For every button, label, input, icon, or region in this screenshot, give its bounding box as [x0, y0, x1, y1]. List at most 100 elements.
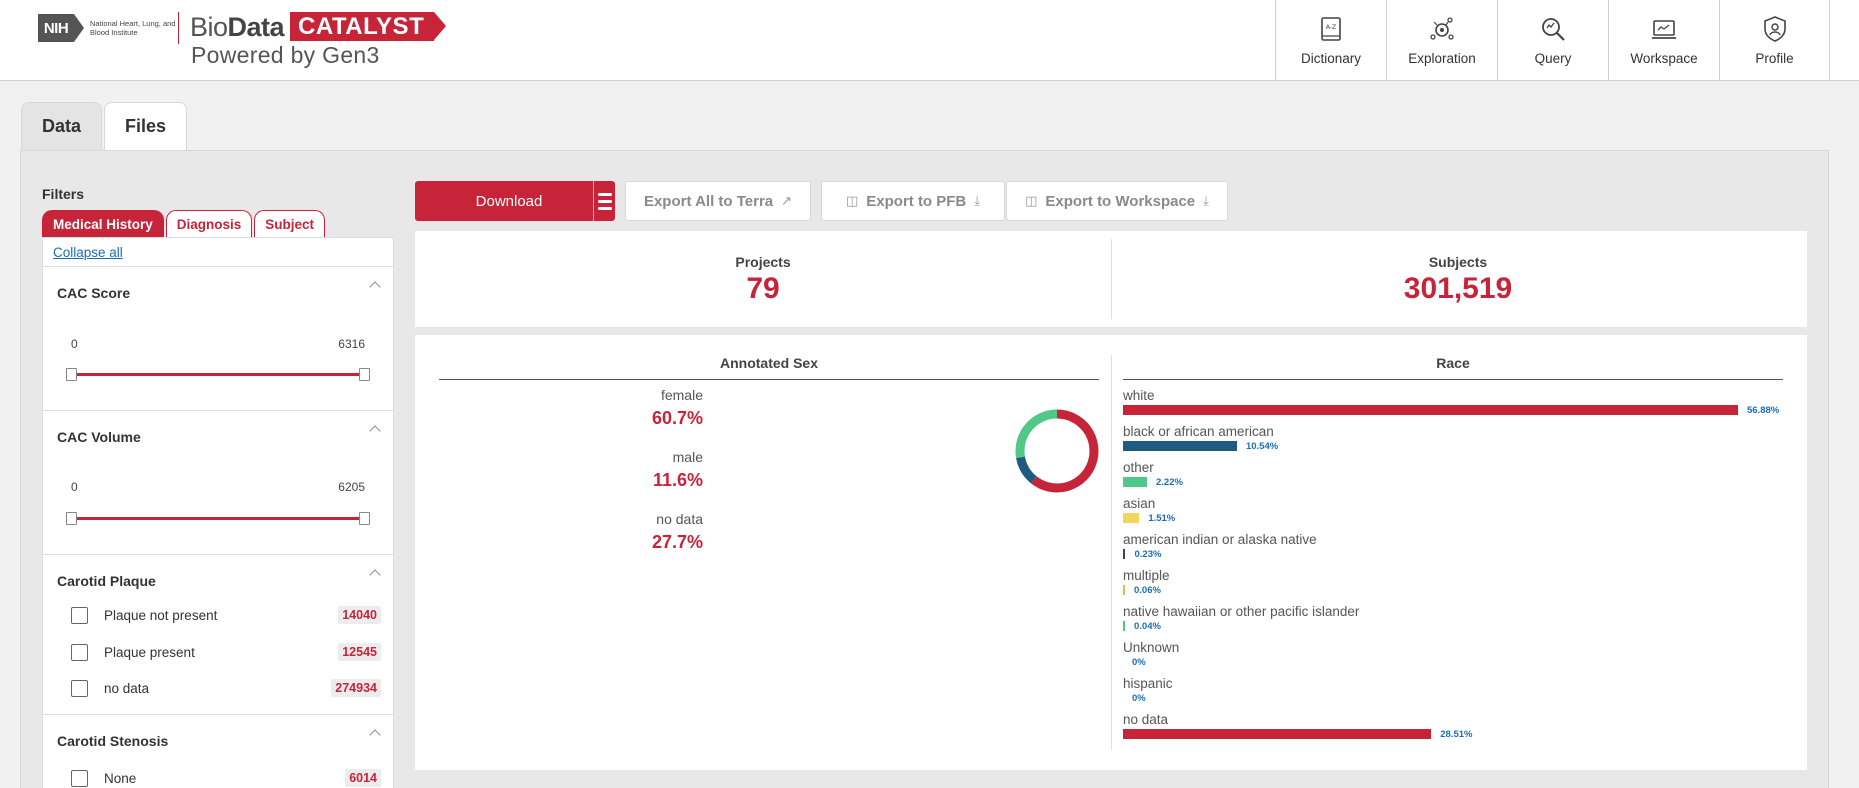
race-percent-label: 0.06%: [1134, 584, 1161, 596]
nav-workspace[interactable]: Workspace: [1608, 0, 1719, 81]
summary-card: Projects 79 Subjects 301,519: [415, 231, 1807, 327]
tab-data[interactable]: Data: [21, 102, 103, 150]
svg-text:A-Z: A-Z: [1326, 24, 1336, 31]
race-bar[interactable]: [1123, 621, 1125, 631]
nav-profile[interactable]: Profile: [1719, 0, 1830, 81]
export-pfb-button[interactable]: ◫ Export to PFB ⤓: [821, 181, 1005, 221]
cac-score-min: 0: [71, 337, 78, 351]
checkbox[interactable]: [71, 643, 88, 661]
race-bar[interactable]: [1123, 729, 1432, 739]
race-label: asian: [1123, 496, 1156, 511]
cac-score-title[interactable]: CAC Score: [57, 285, 130, 301]
brand-powered-by: Powered by Gen3: [191, 42, 380, 68]
nav-dictionary[interactable]: A-Z Dictionary: [1275, 0, 1386, 81]
race-percent-label: 0%: [1132, 656, 1146, 668]
top-header: NIH National Heart, Lung, and Blood Inst…: [0, 0, 1859, 81]
nav-query[interactable]: Query: [1497, 0, 1608, 81]
sex-donut-chart: [1015, 409, 1099, 493]
checkbox[interactable]: [71, 679, 88, 697]
race-bar-wrap: 0.04%: [1123, 620, 1783, 632]
option-label: Plaque present: [104, 644, 195, 660]
nav-profile-label: Profile: [1755, 51, 1794, 66]
chevron-up-icon[interactable]: [369, 569, 381, 581]
cac-volume-max: 6205: [338, 480, 365, 494]
filter-tabs: Medical History Diagnosis Subject: [42, 210, 327, 237]
subjects-label: Subjects: [1428, 254, 1488, 270]
option-label: None: [104, 770, 137, 786]
query-icon: [1542, 18, 1565, 41]
nav-query-label: Query: [1534, 51, 1572, 66]
race-chart-title: Race: [1436, 355, 1470, 371]
race-percent-label: 0.04%: [1134, 620, 1161, 632]
race-row: american indian or alaska native 0.23%: [1123, 531, 1783, 560]
filter-option[interactable]: None 6014: [71, 767, 381, 788]
donut-slice-female[interactable]: [1031, 409, 1099, 493]
race-bar[interactable]: [1123, 441, 1237, 451]
race-chart-rule: [1123, 379, 1783, 380]
carotid-plaque-title[interactable]: Carotid Plaque: [57, 573, 156, 589]
filter-tab-medical-history[interactable]: Medical History: [42, 210, 164, 237]
chevron-up-icon[interactable]: [369, 425, 381, 437]
export-terra-label: Export All to Terra: [643, 192, 774, 210]
export-pfb-label: Export to PFB: [866, 192, 967, 210]
cac-volume-title[interactable]: CAC Volume: [57, 429, 141, 445]
filter-section-carotid-stenosis: Carotid Stenosis None 6014: [43, 714, 393, 788]
race-bar[interactable]: [1123, 477, 1147, 487]
race-percent-label: 56.88%: [1747, 404, 1780, 416]
option-count: 14040: [338, 606, 381, 624]
cac-volume-max-handle[interactable]: [359, 512, 370, 525]
filter-tab-subject[interactable]: Subject: [254, 210, 326, 237]
filter-option[interactable]: Plaque not present 14040: [71, 604, 381, 626]
nav-exploration-label: Exploration: [1408, 51, 1476, 66]
download-menu-icon[interactable]: [593, 181, 615, 221]
chevron-up-icon[interactable]: [369, 281, 381, 293]
sex-chart-title: Annotated Sex: [719, 355, 818, 371]
race-percent-label: 0.23%: [1134, 548, 1162, 560]
nih-logo[interactable]: NIH National Heart, Lung, and Blood Inst…: [38, 14, 176, 42]
download-button[interactable]: Download: [415, 181, 615, 221]
collapse-all-link[interactable]: Collapse all: [53, 245, 123, 260]
filter-section-cac-volume: CAC Volume 0 6205: [43, 410, 393, 555]
brand-bio: Bio: [190, 12, 228, 42]
cac-score-max-handle[interactable]: [359, 368, 370, 381]
donut-slice-no-data[interactable]: [1015, 409, 1058, 459]
race-bar[interactable]: [1123, 585, 1125, 595]
race-percent-label: 0%: [1132, 692, 1146, 704]
race-bar-wrap: 0.23%: [1123, 548, 1783, 560]
cac-score-range-track[interactable]: [71, 373, 365, 376]
race-bar-wrap: 2.22%: [1123, 476, 1783, 488]
checkbox[interactable]: [71, 769, 88, 787]
export-workspace-label: Export to Workspace: [1045, 192, 1196, 210]
nav-exploration[interactable]: Exploration: [1386, 0, 1497, 81]
checkbox[interactable]: [71, 606, 88, 624]
export-terra-button[interactable]: Export All to Terra ↗: [625, 181, 811, 221]
tab-files[interactable]: Files: [104, 102, 188, 150]
race-label: hispanic: [1123, 676, 1173, 691]
filter-section-carotid-plaque: Carotid Plaque Plaque not present 14040 …: [43, 554, 393, 714]
exploration-icon: [1430, 17, 1454, 40]
race-bar-wrap: 56.88%: [1123, 404, 1783, 416]
cac-volume-range-track[interactable]: [71, 517, 365, 520]
race-bar[interactable]: [1123, 513, 1140, 523]
download-icon: ⤓: [1203, 193, 1209, 208]
carotid-stenosis-title[interactable]: Carotid Stenosis: [57, 733, 168, 749]
race-bar-wrap: 1.51%: [1123, 512, 1783, 524]
race-bar-wrap: 0%: [1123, 692, 1783, 704]
cac-volume-min-handle[interactable]: [66, 512, 77, 525]
race-bar[interactable]: [1123, 549, 1126, 559]
download-icon: ⤓: [974, 193, 981, 208]
race-label: no data: [1123, 712, 1169, 727]
filter-option[interactable]: no data 274934: [71, 677, 381, 699]
race-percent-label: 28.51%: [1440, 728, 1473, 740]
race-label: american indian or alaska native: [1123, 532, 1317, 547]
chevron-up-icon[interactable]: [369, 729, 381, 741]
donut-slice-male[interactable]: [1016, 456, 1037, 484]
brand-biodata[interactable]: BioData: [190, 12, 285, 42]
cac-score-min-handle[interactable]: [66, 368, 77, 381]
export-workspace-button[interactable]: ◫ Export to Workspace ⤓: [1006, 181, 1228, 221]
race-bar[interactable]: [1123, 405, 1738, 415]
filter-tab-diagnosis[interactable]: Diagnosis: [165, 210, 253, 237]
filter-option[interactable]: Plaque present 12545: [71, 641, 381, 663]
subjects-value: 301,519: [1403, 272, 1513, 305]
nih-arrow-shape: [74, 14, 84, 42]
